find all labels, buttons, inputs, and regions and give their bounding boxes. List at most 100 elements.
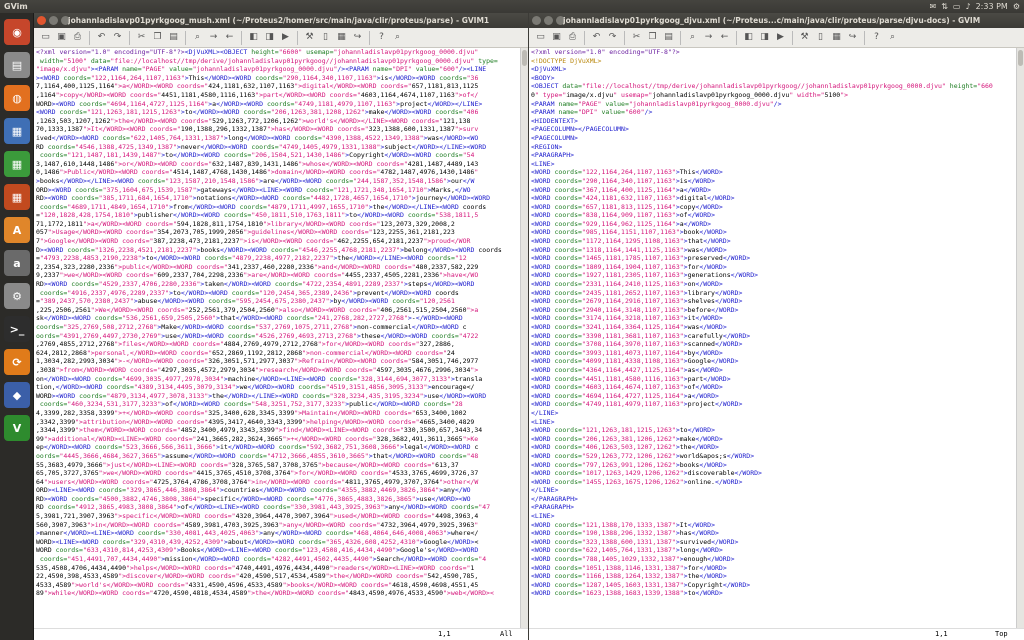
code-line[interactable]: <WORD coords="2679,1164,2916,1107,1163">…: [531, 297, 1016, 306]
code-line[interactable]: <WORD coords="323,1388,600,1331,1387">su…: [531, 538, 1016, 547]
code-line[interactable]: <WORD coords="190,1388,296,1332,1387">ha…: [531, 529, 1016, 538]
code-line[interactable]: 99">additional</WORD><LINE><WORD coords=…: [36, 435, 520, 444]
code-line[interactable]: </PARAGRAPH>: [531, 495, 1016, 504]
code-line[interactable]: <WORD coords="367,1164,400,1125,1164">a<…: [531, 186, 1016, 195]
code-line[interactable]: <?xml version="1.0" encoding="UTF-8"?>: [531, 48, 1016, 57]
code-line[interactable]: ,225,2506,2561">We</WORD><WORD coords="2…: [36, 306, 520, 315]
code-line[interactable]: 65,705,3727,3765">we</WORD><WORD coords=…: [36, 469, 520, 478]
code-line[interactable]: <PARAM name="PAGE" value="johannladislav…: [531, 100, 1016, 109]
vertical-scrollbar[interactable]: [520, 48, 528, 628]
open-icon[interactable]: ▭: [38, 30, 53, 45]
gvim-icon[interactable]: V: [4, 415, 30, 441]
vertical-scrollbar[interactable]: [1016, 48, 1024, 628]
ctags-icon[interactable]: ▦: [334, 30, 349, 45]
code-line[interactable]: <WORD coords="622,1405,764,1331,1387">lo…: [531, 546, 1016, 555]
copy-icon[interactable]: ❐: [150, 30, 165, 45]
code-line[interactable]: <WORD coords="1017,1263,1429,1206,1262">…: [531, 469, 1016, 478]
amazon-icon[interactable]: a: [4, 250, 30, 276]
code-line[interactable]: ><WORD coords="122,1164,264,1107,1163">T…: [36, 74, 520, 83]
code-line[interactable]: ="120,1828,428,1754,1810">publisher</WOR…: [36, 211, 520, 220]
code-line[interactable]: oords="4445,3666,4684,3627,3665">assume<…: [36, 452, 520, 461]
writer-icon[interactable]: ▦: [4, 118, 30, 144]
code-line[interactable]: on</WORD><WORD coords="4699,3035,4977,29…: [36, 375, 520, 384]
code-line[interactable]: >manner</WORD><LINE><WORD coords="330,40…: [36, 529, 520, 538]
code-line[interactable]: ="389,2437,570,2380,2437">abuse</WORD><W…: [36, 297, 520, 306]
redo-icon[interactable]: ↷: [605, 30, 620, 45]
code-line[interactable]: <LINE>: [531, 418, 1016, 427]
tag-jump-icon[interactable]: ↪: [350, 30, 365, 45]
find-prev-icon[interactable]: ←: [222, 30, 237, 45]
make-icon[interactable]: ⚒: [302, 30, 317, 45]
code-line[interactable]: <WORD coords="4603,1164,4674,1107,1163">…: [531, 383, 1016, 392]
code-line[interactable]: <WORD coords="929,1164,962,1125,1164">a<…: [531, 220, 1016, 229]
code-line[interactable]: oords="4391,2769,4497,2730,2769">use</WO…: [36, 332, 520, 341]
code-line[interactable]: RD coords="4912,3865,4983,3808,3864">of<…: [36, 503, 520, 512]
code-line[interactable]: tion,</WORD><WORD coords="4389,3134,4495…: [36, 383, 520, 392]
code-line[interactable]: <WORD coords="1465,1181,1785,1107,1163">…: [531, 254, 1016, 263]
code-line[interactable]: <PARAM name="DPI" value="600"/>: [531, 108, 1016, 117]
code-line[interactable]: <WORD coords="4451,1181,4580,1116,1163">…: [531, 375, 1016, 384]
code-line[interactable]: <WORD coords="1172,1164,1295,1108,1163">…: [531, 237, 1016, 246]
load-session-icon[interactable]: ◧: [246, 30, 261, 45]
tag-jump-icon[interactable]: ↪: [845, 30, 860, 45]
code-line[interactable]: 70,1333,1387">It</WORD><WORD coords="190…: [36, 125, 520, 134]
code-line[interactable]: coords="325,2769,508,2712,2768">Make</WO…: [36, 323, 520, 332]
code-line[interactable]: <WORD coords="122,1164,264,1107,1163">Th…: [531, 168, 1016, 177]
code-line[interactable]: <WORD coords="1287,1405,1603,1331,1387">…: [531, 581, 1016, 590]
files-icon[interactable]: ▤: [4, 52, 30, 78]
shell-icon[interactable]: ▯: [318, 30, 333, 45]
find-help-icon[interactable]: ⌕: [390, 30, 405, 45]
code-line[interactable]: <WORD coords="4749,1181,4979,1107,1163">…: [531, 400, 1016, 409]
code-line[interactable]: <WORD coords="406,1263,503,1207,1262">th…: [531, 443, 1016, 452]
code-line[interactable]: <WORD coords="121,1263,181,1215,1263">to…: [36, 108, 520, 117]
code-line[interactable]: 0" type="image/x.djvu" usemap="johannlad…: [531, 91, 1016, 100]
terminal-icon[interactable]: >_: [4, 316, 30, 342]
code-line[interactable]: <WORD coords="290,1164,340,1107,1163">is…: [531, 177, 1016, 186]
text-editor-area[interactable]: <?xml version="1.0" encoding="UTF-8"?><D…: [34, 48, 520, 628]
code-line[interactable]: <WORD coords="4364,1164,4427,1125,1164">…: [531, 366, 1016, 375]
code-line[interactable]: <WORD coords="1318,1164,1441,1125,1163">…: [531, 246, 1016, 255]
code-line[interactable]: RD><WORD coords="4529,2337,4706,2280,233…: [36, 280, 520, 289]
run-script-icon[interactable]: ▶: [278, 30, 293, 45]
cut-icon[interactable]: ✂: [134, 30, 149, 45]
code-line[interactable]: <WORD coords="1927,1181,2305,1107,1163">…: [531, 271, 1016, 280]
code-line[interactable]: ,1263,503,1207,1262">the</WORD><WORD coo…: [36, 117, 520, 126]
code-line[interactable]: sk</WORD><WORD coords="536,2561,659,2505…: [36, 314, 520, 323]
code-line[interactable]: ,1164">copy</WORD><WORD coords="4451,118…: [36, 91, 520, 100]
code-line[interactable]: <WORD coords="1455,1263,1675,1206,1262">…: [531, 478, 1016, 487]
code-line[interactable]: 22,4590,398,4533,4589">discover</WORD><W…: [36, 572, 520, 581]
find-prev-icon[interactable]: ←: [717, 30, 732, 45]
code-line[interactable]: <WORD coords="2435,1181,2652,1107,1163">…: [531, 289, 1016, 298]
close-button[interactable]: [37, 16, 46, 25]
software-center-icon[interactable]: A: [4, 217, 30, 243]
paste-icon[interactable]: ▤: [166, 30, 181, 45]
code-line[interactable]: D><WORD coords="1326,2238,4521,2181,2237…: [36, 246, 520, 255]
load-session-icon[interactable]: ◧: [741, 30, 756, 45]
code-line[interactable]: coords="4916,2337,4976,2289,2337">to</WO…: [36, 289, 520, 298]
code-line[interactable]: <WORD coords="797,1263,991,1206,1262">bo…: [531, 461, 1016, 470]
calc-icon[interactable]: ▦: [4, 151, 30, 177]
settings-icon[interactable]: ⚙: [4, 283, 30, 309]
code-line[interactable]: 55,3683,4979,3666">just</WORD><LINE><WOR…: [36, 461, 520, 470]
code-line[interactable]: <REGION>: [531, 143, 1016, 152]
code-line[interactable]: <WORD coords="424,1181,632,1107,1163">di…: [531, 194, 1016, 203]
code-line[interactable]: 535,4508,4706,4434,4490">helps</WORD><WO…: [36, 564, 520, 573]
scrollbar-thumb[interactable]: [1018, 50, 1023, 66]
code-line[interactable]: <WORD coords="4099,1181,4338,1108,1163">…: [531, 357, 1016, 366]
code-line[interactable]: <BODY>: [531, 74, 1016, 83]
find-replace-icon[interactable]: ⌕: [685, 30, 700, 45]
code-line[interactable]: <WORD coords="657,1181,813,1125,1164">co…: [531, 203, 1016, 212]
code-line[interactable]: 3,1487,610,1448,1486">or</WORD><WORD coo…: [36, 160, 520, 169]
code-line[interactable]: 7">Google</WORD><WORD coords="387,2238,4…: [36, 237, 520, 246]
code-line[interactable]: <WORD coords="1051,1388,1146,1331,1387">…: [531, 564, 1016, 573]
window-titlebar[interactable]: johannladislavp01pyrkgoog_mush.xml (~/Pr…: [34, 13, 528, 28]
code-line[interactable]: <PAGECOLUMN></PAGECOLUMN>: [531, 125, 1016, 134]
copy-icon[interactable]: ❐: [645, 30, 660, 45]
paste-icon[interactable]: ▤: [661, 30, 676, 45]
code-line[interactable]: 9,2337">we</WORD><WORD coords="609,2337,…: [36, 271, 520, 280]
shell-icon[interactable]: ▯: [813, 30, 828, 45]
undo-icon[interactable]: ↶: [94, 30, 109, 45]
code-line[interactable]: RD coords="4546,1388,4725,1349,1387">nev…: [36, 143, 520, 152]
code-line[interactable]: <WORD coords="3174,1164,3218,1107,1163">…: [531, 314, 1016, 323]
code-line[interactable]: 2,2354,323,2280,2336">public</WORD><WORD…: [36, 263, 520, 272]
